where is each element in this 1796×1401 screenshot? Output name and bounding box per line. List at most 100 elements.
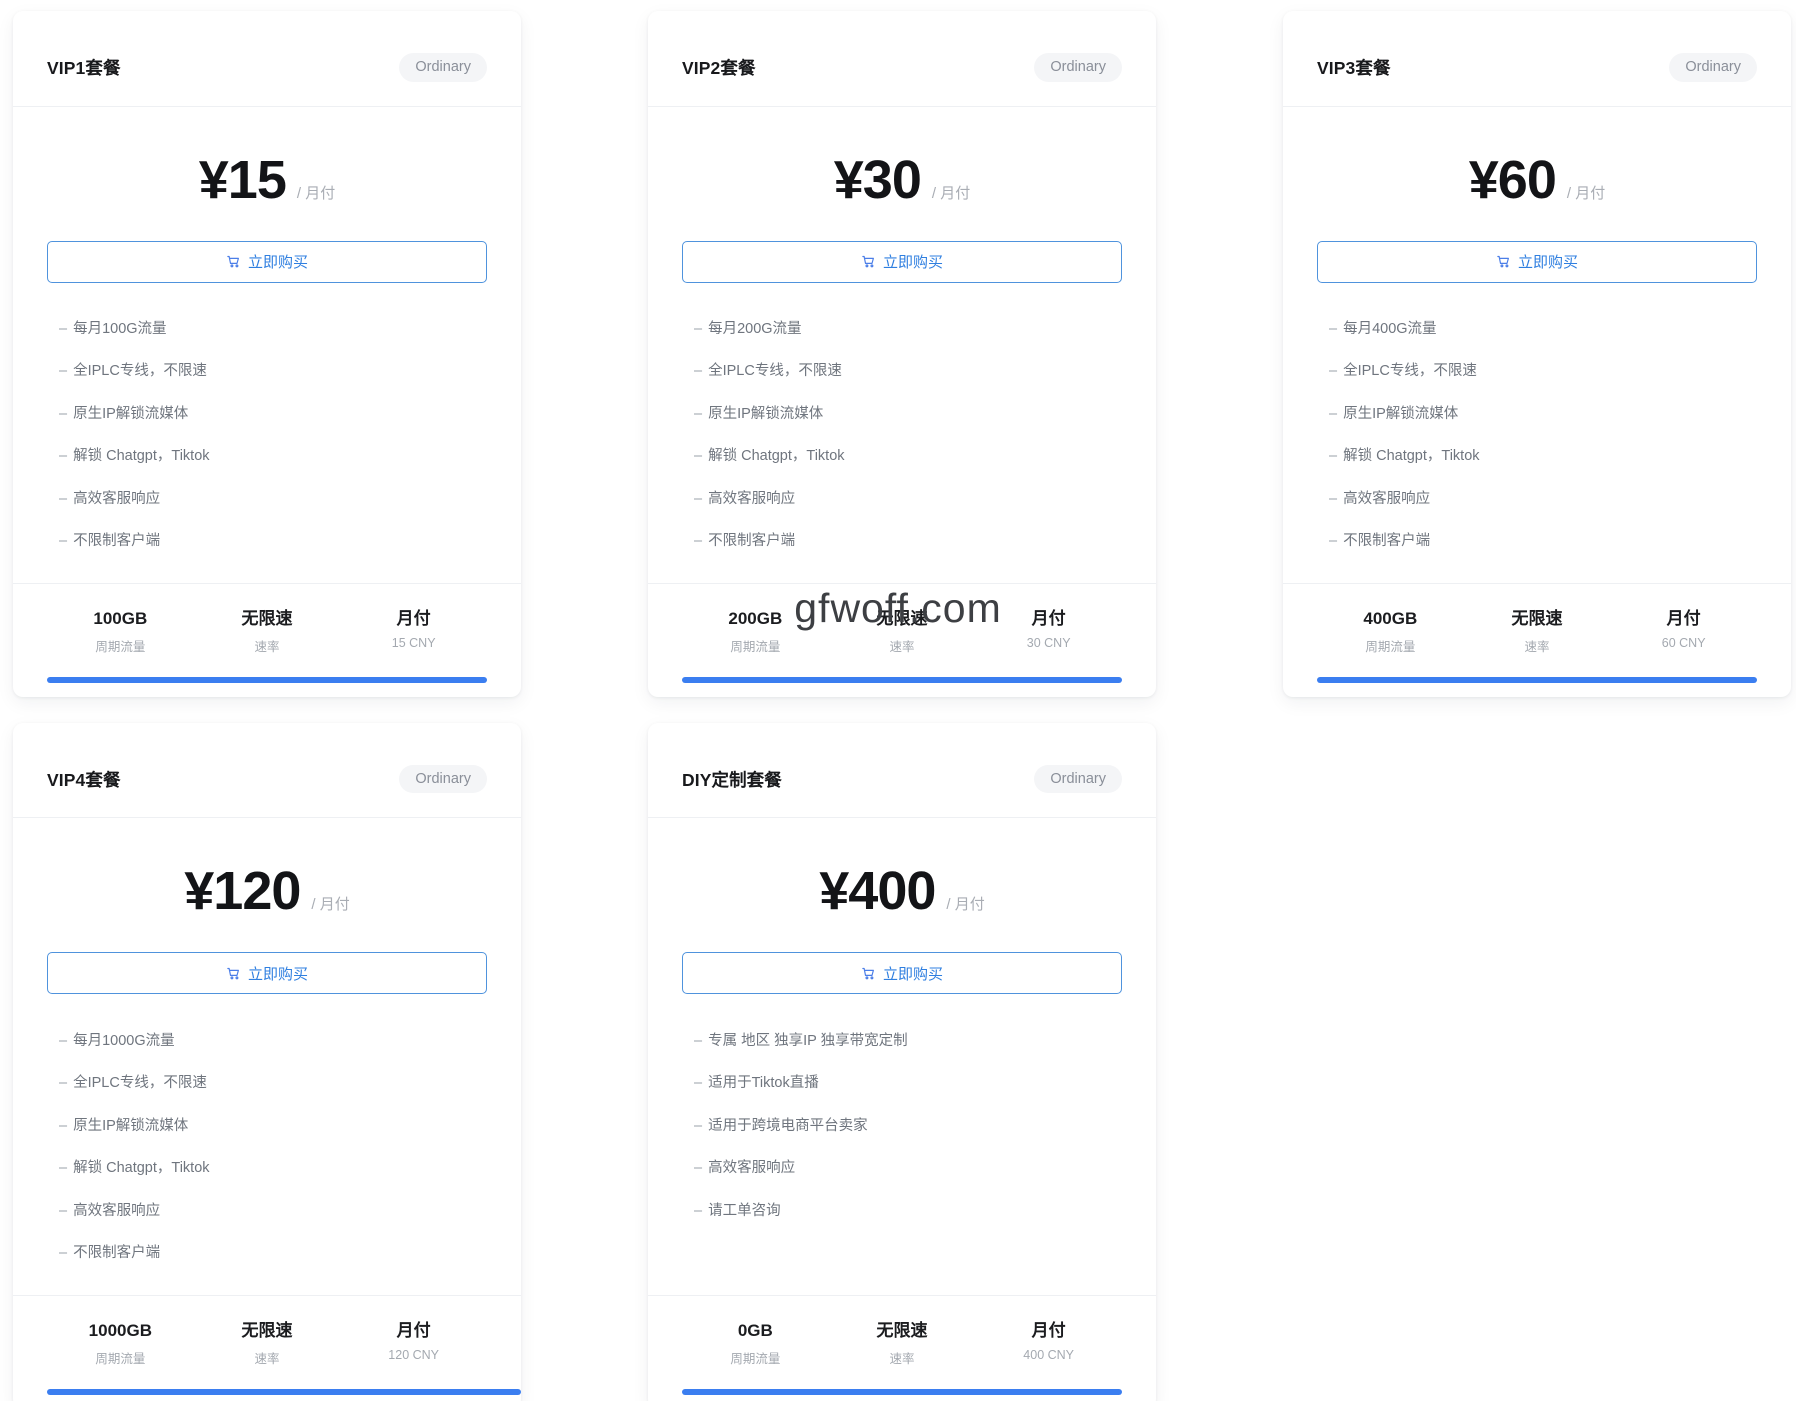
feature-text: 原生IP解锁流媒体 [73,1117,189,1134]
card-footer-spacer [1283,683,1791,697]
feature-text: 全IPLC专线，不限速 [708,363,842,380]
card-footer-spacer [13,683,521,697]
feature-text: 专属 地区 独享IP 独享带宽定制 [708,1032,908,1049]
price-row: ¥30 / 月付 [648,107,1156,241]
bullet-dash: – [694,1202,703,1219]
feature-text: 解锁 Chatgpt，Tiktok [73,1160,210,1177]
feature-item: – 全IPLC专线，不限速 [59,1063,475,1105]
stat-block: 0GB 周期流量 [682,1320,829,1367]
feature-item: – 高效客服响应 [59,1190,475,1232]
card-header: VIP2套餐 Ordinary [648,11,1156,107]
feature-item: – 原生IP解锁流媒体 [59,393,475,435]
price-amount: ¥60 [1468,149,1557,210]
pricing-card: VIP1套餐 Ordinary ¥15/ 月付 立即购买 – 每月100G流量 – 全IPLC… [13,11,521,697]
feature-item: – 全IPLC专线，不限速 [59,351,475,393]
stat-label: 60 CNY [1661,635,1706,650]
stat-value: 无限速 [241,608,293,628]
stat-value: 100GB [93,608,148,628]
bullet-dash: – [1329,448,1338,465]
cart-icon [861,254,876,269]
status-badge: Ordinary [1669,53,1757,82]
stat-value: 0GB [737,1320,773,1340]
feature-item: – 不限制客户端 [1329,520,1745,562]
bullet-dash: – [59,1160,68,1177]
pricing-card: VIP4套餐 Ordinary ¥120/ 月付 立即购买 – 每月1000G流量 – 全IP… [13,722,521,1401]
feature-item: – 高效客服响应 [694,478,1110,520]
buy-now-label: 立即购买 [247,254,308,271]
buy-now-label: 立即购买 [1517,254,1578,271]
stat-label: 速率 [889,1351,915,1366]
feature-list: – 专属 地区 独享IP 独享带宽定制 – 适用于Tiktok直播 – 适用于跨境电商平台… [648,994,1156,1296]
buy-button-wrap: 立即购买 [13,240,521,283]
price-amount: ¥120 [184,861,301,922]
bullet-dash: – [694,448,703,465]
buy-now-label: 立即购买 [247,965,308,983]
stat-value: 月付 [1031,608,1066,628]
pricing-card: DIY定制套餐 Ordinary ¥400/ 月付 立即购买 – 专属 地区 独享IP 独… [648,722,1156,1401]
stat-label: 速率 [889,639,915,654]
cart-icon [1496,254,1511,269]
feature-text: 原生IP解锁流媒体 [1343,405,1459,422]
stat-block: 月付 60 CNY [1610,608,1757,655]
bullet-dash: – [694,1075,703,1092]
buy-now-button[interactable]: 立即购买 [47,952,487,995]
feature-text: 高效客服响应 [708,1160,796,1177]
stat-value: 月付 [1031,1320,1066,1340]
card-header: VIP1套餐 Ordinary [13,11,521,107]
stat-label: 速率 [1524,639,1550,654]
feature-item: – 解锁 Chatgpt，Tiktok [1329,436,1745,478]
bullet-dash: – [59,448,68,465]
pricing-card: VIP2套餐 Ordinary ¥30/ 月付 立即购买 – 每月200G流量 – 全IPLC… [648,11,1156,697]
feature-text: 原生IP解锁流媒体 [708,405,824,422]
bullet-dash: – [59,1032,68,1049]
stat-label: 120 CNY [388,1347,440,1362]
feature-list: – 每月100G流量 – 全IPLC专线，不限速 – 原生IP解锁流媒体 – 解锁 Chatg… [13,283,521,584]
feature-item: – 每月400G流量 [1329,309,1745,351]
status-badge: Ordinary [399,764,487,794]
stat-value: 1000GB [88,1320,152,1340]
stat-value: 月付 [1666,608,1701,628]
stat-block: 月付 30 CNY [975,608,1122,655]
bullet-dash: – [59,1075,68,1092]
buy-now-button[interactable]: 立即购买 [682,952,1122,995]
feature-item: – 适用于跨境电商平台卖家 [694,1105,1110,1147]
feature-item: – 全IPLC专线，不限速 [1329,351,1745,393]
stat-value: 无限速 [1511,608,1563,628]
card-footer-spacer [648,683,1156,697]
feature-text: 不限制客户端 [73,532,161,549]
pricing-card-grid: VIP1套餐 Ordinary ¥15/ 月付 立即购买 – 每月100G流量 – 全IPLC… [0,0,1796,1401]
feature-text: 解锁 Chatgpt，Tiktok [73,448,210,465]
plan-title: VIP1套餐 [47,57,121,78]
feature-list: – 每月1000G流量 – 全IPLC专线，不限速 – 原生IP解锁流媒体 – 解锁 Chat… [13,994,521,1296]
feature-item: – 高效客服响应 [694,1148,1110,1190]
bullet-dash: – [59,490,68,507]
feature-item: – 适用于Tiktok直播 [694,1063,1110,1105]
feature-text: 每月100G流量 [73,321,167,337]
feature-text: 原生IP解锁流媒体 [73,405,189,422]
stat-block: 100GB 周期流量 [47,608,194,655]
feature-item: – 不限制客户端 [59,520,475,562]
bullet-dash: – [1329,321,1338,337]
feature-item: – 解锁 Chatgpt，Tiktok [694,436,1110,478]
feature-text: 适用于跨境电商平台卖家 [708,1117,868,1134]
feature-text: 高效客服响应 [73,1202,161,1219]
stats-row: 100GB 周期流量 无限速 速率 月付 15 CNY [13,584,521,677]
stat-value: 400GB [1363,608,1418,628]
feature-text: 每月400G流量 [1343,321,1437,337]
cart-icon [226,966,241,981]
buy-now-button[interactable]: 立即购买 [1317,240,1757,283]
stat-block: 月付 120 CNY [340,1320,487,1367]
feature-text: 解锁 Chatgpt，Tiktok [708,448,845,465]
buy-now-button[interactable]: 立即购买 [682,240,1122,283]
buy-now-button[interactable]: 立即购买 [47,240,487,283]
card-footer-spacer [13,1395,521,1401]
feature-item: – 不限制客户端 [694,520,1110,562]
feature-list: – 每月200G流量 – 全IPLC专线，不限速 – 原生IP解锁流媒体 – 解锁 Chatg… [648,283,1156,584]
stat-block: 无限速 速率 [829,1320,976,1367]
stat-block: 无限速 速率 [1464,608,1611,655]
feature-text: 高效客服响应 [708,490,796,507]
card-header: VIP3套餐 Ordinary [1283,11,1791,107]
feature-item: – 原生IP解锁流媒体 [59,1105,475,1147]
price-amount: ¥30 [833,149,922,210]
status-badge: Ordinary [1034,53,1122,82]
